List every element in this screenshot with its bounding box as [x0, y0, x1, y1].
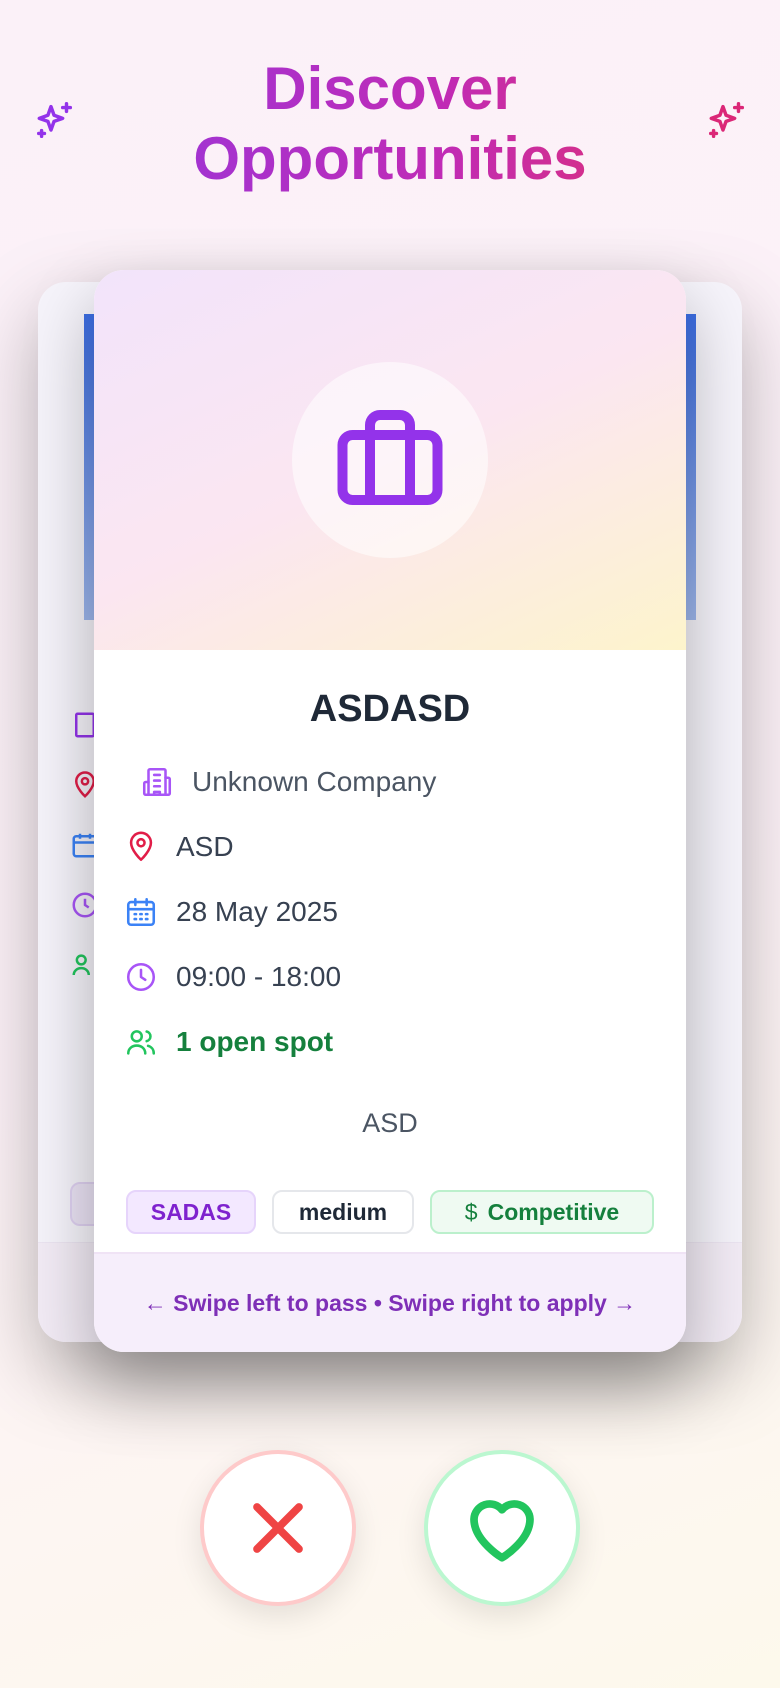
- salary-tag-label: Competitive: [487, 1198, 620, 1225]
- date-text: 28 May 2025: [176, 896, 338, 927]
- briefcase-icon: [337, 410, 443, 505]
- category-tag: SADAS: [126, 1190, 256, 1234]
- job-card-hero: [94, 270, 686, 650]
- clock-icon: [126, 962, 156, 992]
- difficulty-tag: medium: [272, 1190, 414, 1234]
- company-row: Unknown Company: [140, 762, 436, 802]
- header: Discover Opportunities: [0, 48, 780, 198]
- job-title: ASDASD: [309, 688, 471, 730]
- difficulty-tag-label: medium: [298, 1198, 388, 1225]
- date-row: 28 May 2025: [124, 892, 338, 932]
- swipe-hint-bar: ← Swipe left to pass • Swipe right to ap…: [94, 1252, 686, 1352]
- company-name: Unknown Company: [192, 766, 437, 797]
- location-text: ASD: [176, 831, 234, 862]
- spots-row: 1 open spot: [124, 1022, 333, 1062]
- sparkles-icon: [36, 102, 73, 139]
- map-pin-icon: [129, 831, 153, 862]
- building-icon: [142, 767, 172, 797]
- location-row: ASD: [124, 827, 234, 867]
- heart-icon: [470, 1500, 534, 1562]
- calendar-icon: [126, 897, 156, 927]
- job-description: ASD: [362, 1108, 418, 1138]
- page-title: Discover Opportunities: [140, 54, 640, 194]
- job-card[interactable]: ASDASD Unknown Company ASD 28 May 2025 0…: [94, 270, 686, 1352]
- category-tag-label: SADAS: [150, 1198, 232, 1225]
- salary-tag: $ Competitive: [430, 1190, 654, 1234]
- time-text: 09:00 - 18:00: [176, 961, 342, 992]
- dollar-icon: $: [464, 1198, 478, 1225]
- x-icon: [253, 1503, 303, 1553]
- pass-button[interactable]: [200, 1450, 356, 1606]
- swipe-hint: ← Swipe left to pass • Swipe right to ap…: [143, 1289, 637, 1316]
- time-row: 09:00 - 18:00: [124, 957, 341, 997]
- sparkles-icon: [708, 102, 745, 139]
- open-spots-text: 1 open spot: [176, 1026, 334, 1057]
- apply-button[interactable]: [424, 1450, 580, 1606]
- users-icon: [126, 1030, 156, 1055]
